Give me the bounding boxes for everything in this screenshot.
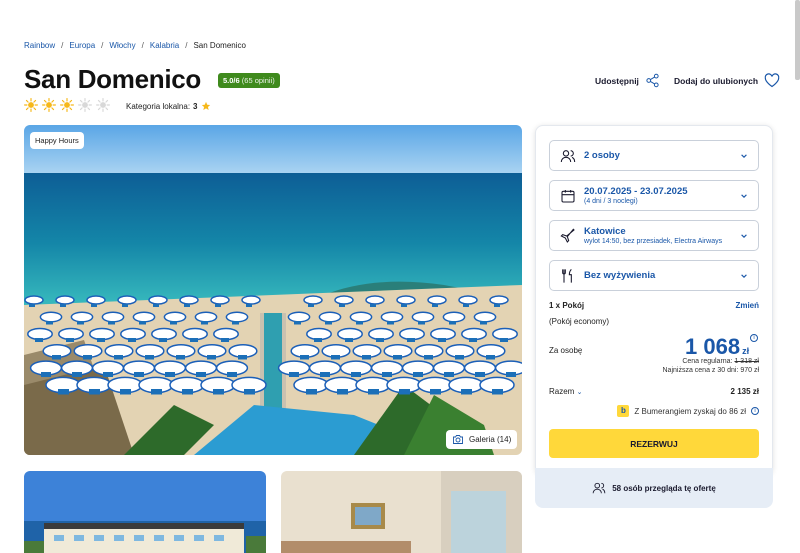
boomerang-text: Z Bumerangiem zyskaj do 86 zł bbox=[634, 406, 746, 416]
local-category-label: Kategoria lokalna: bbox=[126, 101, 191, 111]
sun-filled-icon bbox=[42, 98, 56, 112]
room-change-link[interactable]: Zmień bbox=[735, 301, 759, 310]
viewers-text: 58 osób przegląda tę ofertę bbox=[612, 483, 716, 493]
camera-icon bbox=[453, 435, 463, 444]
chevron-down-icon bbox=[741, 233, 747, 238]
price-per-person: 1 068 zł bbox=[685, 334, 749, 360]
category-suns bbox=[24, 98, 110, 112]
sun-filled-icon bbox=[24, 98, 38, 112]
boomerang-row: b Z Bumerangiem zyskaj do 86 zł i bbox=[549, 405, 759, 417]
cutlery-icon bbox=[562, 268, 572, 283]
breadcrumb-link-europa[interactable]: Europa bbox=[69, 41, 95, 50]
hotel-thumbnail-room[interactable] bbox=[281, 471, 522, 553]
breadcrumb-separator: / bbox=[61, 41, 64, 50]
rating-badge[interactable]: 5.0/6 (65 opinii) bbox=[218, 73, 280, 88]
total-toggle[interactable]: Razem ⌄ bbox=[549, 387, 582, 396]
hotel-thumbnail-exterior[interactable] bbox=[24, 471, 266, 553]
dates-duration: (4 dni / 3 noclegi) bbox=[584, 198, 638, 205]
breadcrumb-separator: / bbox=[141, 41, 144, 50]
chevron-down-icon bbox=[741, 273, 747, 278]
share-label: Udostępnij bbox=[595, 75, 639, 86]
rating-score: 5.0/6 bbox=[223, 76, 240, 85]
sun-empty-icon bbox=[96, 98, 110, 112]
regular-price-value: 1 318 zł bbox=[734, 358, 759, 365]
users-icon bbox=[560, 149, 576, 162]
sun-empty-icon bbox=[78, 98, 92, 112]
guests-value: 2 osoby bbox=[584, 150, 620, 161]
share-button[interactable]: Udostępnij bbox=[595, 73, 660, 88]
departure-details: wylot 14:50, bez przesiadek, Electra Air… bbox=[584, 238, 723, 245]
total-row: Razem ⌄ 2 135 zł bbox=[549, 387, 759, 396]
viewers-banner: 58 osób przegląda tę ofertę bbox=[535, 468, 773, 508]
hotel-main-photo[interactable] bbox=[24, 125, 522, 455]
guests-select[interactable]: 2 osoby bbox=[549, 140, 759, 171]
breadcrumb-link-rainbow[interactable]: Rainbow bbox=[24, 41, 55, 50]
room-type-row: (Pokój economy) bbox=[549, 317, 759, 326]
boomerang-icon: b bbox=[617, 405, 630, 417]
lowest-price-note: Najniższa cena z 30 dni: 970 zł bbox=[662, 367, 760, 374]
room-type: (Pokój economy) bbox=[549, 317, 610, 326]
chevron-down-icon bbox=[741, 153, 747, 158]
gallery-button-label: Galeria (14) bbox=[469, 435, 512, 444]
local-category-value: 3 bbox=[193, 101, 198, 111]
breadcrumb: Rainbow / Europa / Włochy / Kalabria / S… bbox=[24, 41, 246, 50]
add-to-favorites-button[interactable]: Dodaj do ulubionych bbox=[674, 73, 780, 88]
chevron-down-icon: ⌄ bbox=[576, 389, 583, 396]
sun-filled-icon bbox=[60, 98, 74, 112]
heart-icon bbox=[764, 73, 780, 88]
booking-panel bbox=[535, 125, 773, 475]
price-currency: zł bbox=[742, 346, 750, 356]
dates-value: 20.07.2025 - 23.07.2025 bbox=[584, 186, 688, 197]
rating-count: (65 opinii) bbox=[241, 76, 275, 85]
star-icon bbox=[201, 101, 210, 110]
page-title: San Domenico bbox=[24, 64, 201, 94]
happy-hours-badge: Happy Hours bbox=[30, 132, 84, 149]
breadcrumb-separator: / bbox=[185, 41, 188, 50]
breadcrumb-link-wlochy[interactable]: Włochy bbox=[109, 41, 135, 50]
calendar-icon bbox=[561, 189, 575, 203]
users-icon bbox=[592, 482, 606, 494]
page-scrollbar[interactable] bbox=[795, 0, 800, 80]
gallery-button[interactable]: Galeria (14) bbox=[446, 430, 518, 449]
total-label: Razem bbox=[549, 387, 575, 396]
board-value: Bez wyżywienia bbox=[584, 270, 656, 281]
info-icon[interactable]: i bbox=[751, 407, 759, 415]
favorite-label: Dodaj do ulubionych bbox=[674, 75, 759, 86]
board-select[interactable]: Bez wyżywienia bbox=[549, 260, 759, 291]
airplane-icon bbox=[560, 228, 575, 243]
price-value: 1 068 bbox=[685, 334, 741, 359]
room-row: 1 x Pokój Zmień bbox=[549, 301, 759, 310]
breadcrumb-current: San Domenico bbox=[193, 41, 246, 50]
chevron-down-icon bbox=[741, 193, 747, 198]
regular-price-label: Cena regularna: bbox=[682, 358, 733, 365]
departure-select[interactable]: Katowice wylot 14:50, bez przesiadek, El… bbox=[549, 220, 759, 251]
reserve-button[interactable]: REZERWUJ bbox=[549, 429, 759, 458]
departure-city: Katowice bbox=[584, 226, 626, 237]
local-category: Kategoria lokalna: 3 bbox=[126, 101, 211, 111]
dates-select[interactable]: 20.07.2025 - 23.07.2025 (4 dni / 3 nocle… bbox=[549, 180, 759, 211]
total-value: 2 135 zł bbox=[730, 387, 759, 396]
per-person-label: Za osobę bbox=[549, 346, 583, 355]
breadcrumb-separator: / bbox=[101, 41, 104, 50]
breadcrumb-link-kalabria[interactable]: Kalabria bbox=[150, 41, 179, 50]
info-icon[interactable]: i bbox=[750, 334, 758, 342]
regular-price: Cena regularna: 1 318 zł bbox=[549, 358, 759, 365]
share-icon bbox=[646, 73, 659, 88]
room-label: 1 x Pokój bbox=[549, 301, 585, 310]
